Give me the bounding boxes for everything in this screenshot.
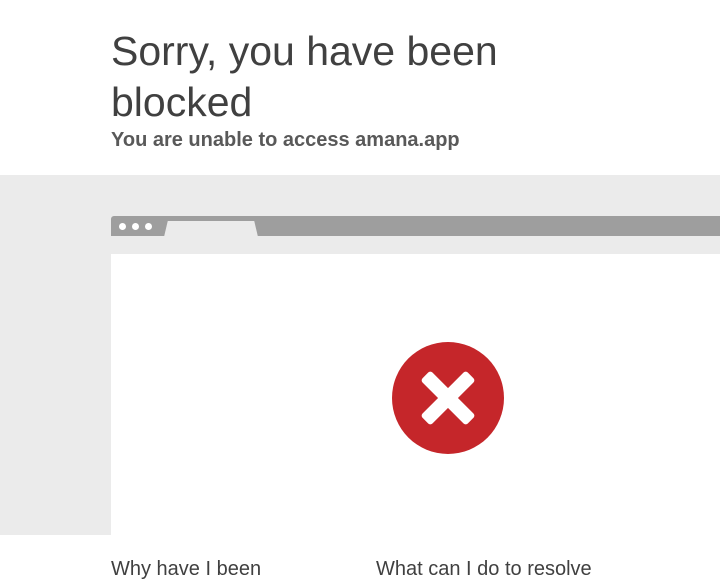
page-title: Sorry, you have been blocked xyxy=(111,28,498,125)
page-header: Sorry, you have been blocked You are una… xyxy=(0,0,720,175)
why-blocked-heading: Why have I been xyxy=(111,558,262,580)
window-dot-icon xyxy=(119,223,126,230)
window-dot-icon xyxy=(145,223,152,230)
error-x-icon xyxy=(392,342,504,454)
how-to-resolve-heading: What can I do to resolve xyxy=(376,558,592,580)
page-subtitle: You are unable to access amana.app xyxy=(111,129,460,151)
browser-tab xyxy=(164,221,258,237)
window-dot-icon xyxy=(132,223,139,230)
